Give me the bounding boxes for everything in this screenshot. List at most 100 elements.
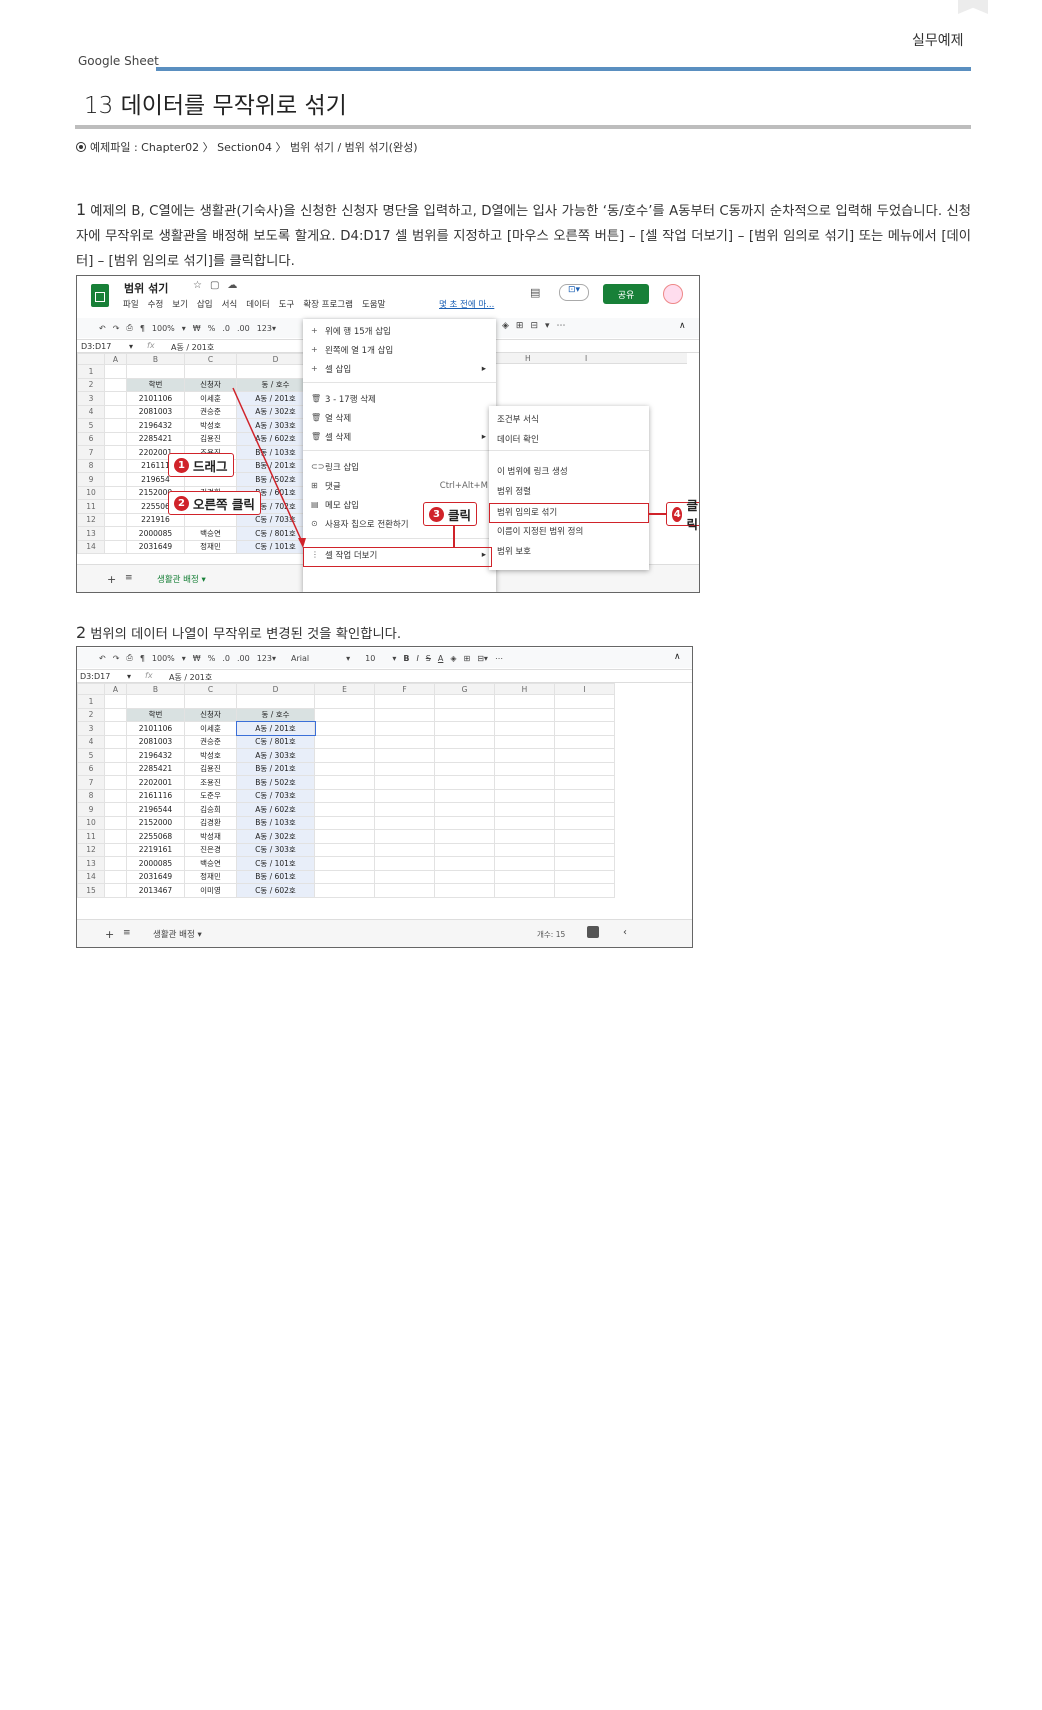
empty-cell[interactable] — [434, 856, 495, 871]
data-cell[interactable]: 김경환 — [184, 815, 237, 830]
empty-cell[interactable] — [314, 842, 375, 857]
data-cell[interactable]: C동 / 801호 — [236, 734, 315, 749]
empty-cell[interactable] — [494, 775, 555, 790]
data-cell[interactable]: 2219161 — [126, 842, 185, 857]
empty-cell[interactable] — [494, 856, 555, 871]
empty-cell[interactable] — [554, 788, 615, 803]
zoom-select[interactable]: 100% — [152, 654, 175, 663]
empty-cell[interactable] — [314, 856, 375, 871]
name-box[interactable]: D3:D17 — [80, 672, 110, 681]
empty-cell[interactable] — [554, 829, 615, 844]
empty-cell[interactable] — [104, 883, 127, 898]
data-cell[interactable]: 2161116 — [126, 788, 185, 803]
data-cell[interactable]: C동 / 602호 — [236, 883, 315, 898]
header-cell[interactable]: 학번 — [126, 707, 185, 722]
empty-cell[interactable] — [314, 734, 375, 749]
empty-cell[interactable] — [494, 815, 555, 830]
row-header[interactable]: 7 — [77, 775, 105, 790]
explore-icon[interactable] — [587, 926, 599, 938]
data-cell[interactable]: A동 / 302호 — [236, 829, 315, 844]
empty-cell[interactable] — [314, 802, 375, 817]
empty-cell[interactable] — [494, 694, 555, 709]
strikethrough-icon[interactable]: S — [426, 654, 431, 663]
empty-cell[interactable] — [494, 802, 555, 817]
number-format-icon[interactable]: 123▾ — [257, 654, 276, 663]
empty-cell[interactable] — [104, 721, 127, 736]
empty-cell[interactable] — [554, 883, 615, 898]
data-cell[interactable]: 2255068 — [126, 829, 185, 844]
row-header[interactable]: 14 — [77, 869, 105, 884]
empty-cell[interactable] — [126, 694, 185, 709]
empty-cell[interactable] — [554, 748, 615, 763]
column-header[interactable]: A — [104, 683, 127, 695]
data-cell[interactable]: B동 / 601호 — [236, 869, 315, 884]
empty-cell[interactable] — [554, 842, 615, 857]
empty-cell[interactable] — [434, 694, 495, 709]
data-cell[interactable]: 2196544 — [126, 802, 185, 817]
empty-cell[interactable] — [554, 815, 615, 830]
data-cell[interactable]: 이세훈 — [184, 721, 237, 736]
empty-cell[interactable] — [314, 775, 375, 790]
font-select[interactable]: Arial — [291, 654, 309, 663]
empty-cell[interactable] — [434, 883, 495, 898]
data-cell[interactable]: B동 / 502호 — [236, 775, 315, 790]
empty-cell[interactable] — [434, 748, 495, 763]
empty-cell[interactable] — [434, 707, 495, 722]
column-header[interactable]: H — [494, 683, 555, 695]
fill-color-icon[interactable]: ◈ — [450, 654, 456, 663]
empty-cell[interactable] — [494, 761, 555, 776]
data-cell[interactable]: 2101106 — [126, 721, 185, 736]
empty-cell[interactable] — [374, 883, 435, 898]
empty-cell[interactable] — [434, 815, 495, 830]
data-cell[interactable]: 조용진 — [184, 775, 237, 790]
empty-cell[interactable] — [314, 694, 375, 709]
currency-icon[interactable]: ₩ — [193, 654, 201, 663]
empty-cell[interactable] — [494, 883, 555, 898]
row-header[interactable]: 11 — [77, 829, 105, 844]
data-cell[interactable]: 이미영 — [184, 883, 237, 898]
empty-cell[interactable] — [314, 869, 375, 884]
empty-cell[interactable] — [184, 694, 237, 709]
empty-cell[interactable] — [104, 856, 127, 871]
data-cell[interactable]: A동 / 602호 — [236, 802, 315, 817]
empty-cell[interactable] — [494, 788, 555, 803]
more-icon[interactable]: ⋯ — [495, 654, 503, 663]
data-cell[interactable]: 2202001 — [126, 775, 185, 790]
empty-cell[interactable] — [554, 707, 615, 722]
data-cell[interactable]: B동 / 201호 — [236, 761, 315, 776]
data-cell[interactable]: 박성재 — [184, 829, 237, 844]
paint-format-icon[interactable]: ¶ — [140, 654, 145, 663]
data-cell[interactable]: C동 / 303호 — [236, 842, 315, 857]
data-cell[interactable]: A동 / 303호 — [236, 748, 315, 763]
row-header[interactable]: 2 — [77, 707, 105, 722]
empty-cell[interactable] — [104, 829, 127, 844]
empty-cell[interactable] — [554, 734, 615, 749]
empty-cell[interactable] — [236, 694, 315, 709]
empty-cell[interactable] — [314, 707, 375, 722]
empty-cell[interactable] — [434, 734, 495, 749]
row-header[interactable]: 4 — [77, 734, 105, 749]
empty-cell[interactable] — [104, 694, 127, 709]
empty-cell[interactable] — [554, 869, 615, 884]
empty-cell[interactable] — [434, 869, 495, 884]
empty-cell[interactable] — [374, 788, 435, 803]
count-indicator[interactable]: 개수: 15 — [537, 929, 565, 940]
data-cell[interactable]: 도준우 — [184, 788, 237, 803]
text-color-icon[interactable]: A — [438, 654, 443, 663]
italic-icon[interactable]: I — [416, 654, 418, 663]
data-cell[interactable]: 2081003 — [126, 734, 185, 749]
row-header[interactable]: 8 — [77, 788, 105, 803]
row-header[interactable]: 12 — [77, 842, 105, 857]
data-cell[interactable]: 2000085 — [126, 856, 185, 871]
empty-cell[interactable] — [314, 883, 375, 898]
empty-cell[interactable] — [374, 694, 435, 709]
empty-cell[interactable] — [374, 829, 435, 844]
empty-cell[interactable] — [314, 815, 375, 830]
row-header[interactable]: 10 — [77, 815, 105, 830]
data-cell[interactable]: 진은경 — [184, 842, 237, 857]
data-cell[interactable]: 백승연 — [184, 856, 237, 871]
font-size-select[interactable]: 10 — [365, 654, 375, 663]
sheet-tab[interactable]: 생활관 배정 ▾ — [153, 928, 202, 940]
empty-cell[interactable] — [374, 748, 435, 763]
empty-cell[interactable] — [494, 869, 555, 884]
